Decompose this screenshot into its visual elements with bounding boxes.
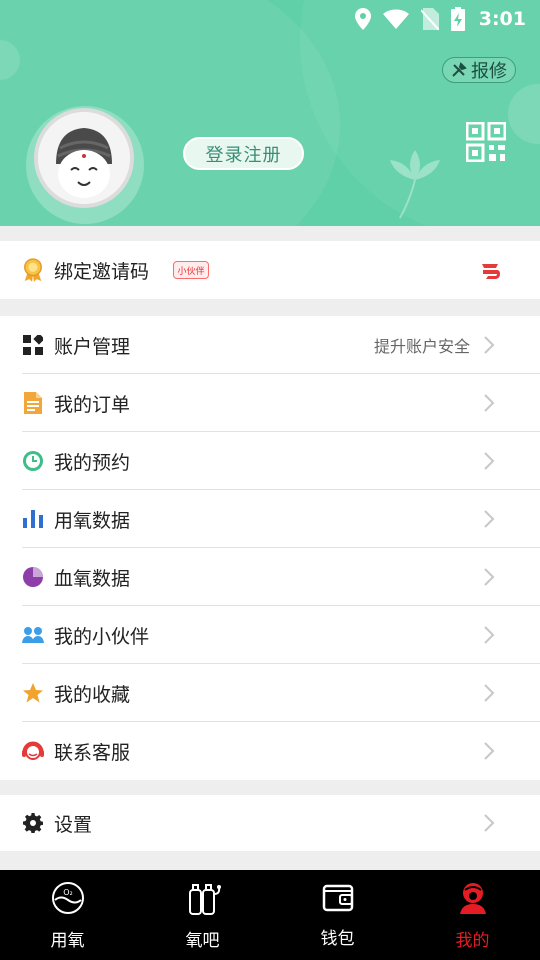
menu-item-appointments[interactable]: 我的预约 [0, 432, 540, 490]
partners-icon [22, 624, 44, 646]
chevron-right-icon [484, 742, 495, 760]
star-icon [22, 682, 44, 704]
chevron-right-icon [484, 394, 495, 412]
tab-label: 我的 [455, 931, 490, 951]
qr-code-icon[interactable] [466, 122, 506, 162]
profile-icon [459, 883, 486, 914]
profile-header: 3:01 报修 登录注册 [0, 0, 540, 226]
status-time: 3:01 [478, 8, 526, 30]
lotus-decoration-icon [390, 150, 440, 219]
partner-badge: 小伙伴 [173, 261, 209, 279]
menu-item-oxygen-data[interactable]: 用氧数据 [0, 490, 540, 548]
menu-item-label: 我的收藏 [54, 683, 131, 706]
tab-label: 钱包 [320, 929, 355, 949]
invite-code-label: 绑定邀请码 [54, 260, 150, 283]
menu-item-account[interactable]: 账户管理 提升账户安全 [0, 316, 540, 374]
bottom-nav: O₂ 用氧 氧吧 钱包 我的 [0, 870, 540, 960]
pie-chart-icon [22, 566, 44, 588]
no-sim-icon [420, 8, 439, 30]
login-register-button[interactable]: 登录注册 [183, 137, 304, 170]
invite-code-row[interactable]: 绑定邀请码 小伙伴 [0, 241, 540, 299]
avatar[interactable] [34, 108, 134, 208]
tab-oxygen-bar[interactable]: 氧吧 [135, 870, 270, 960]
battery-charging-icon [450, 7, 465, 31]
menu-item-label: 联系客服 [54, 741, 131, 764]
menu-item-partners[interactable]: 我的小伙伴 [0, 606, 540, 664]
chevron-right-icon [484, 626, 495, 644]
repair-label: 报修 [471, 61, 507, 82]
bar-chart-icon [22, 508, 44, 530]
invite-red-icon [480, 260, 502, 286]
document-icon [22, 392, 44, 414]
chevron-right-icon [484, 452, 495, 470]
oxygen-bar-icon [188, 884, 221, 915]
tab-label: 氧吧 [185, 931, 220, 951]
menu-item-orders[interactable]: 我的订单 [0, 374, 540, 432]
settings-label: 设置 [54, 813, 93, 836]
tab-oxygen[interactable]: O₂ 用氧 [0, 870, 135, 960]
menu-item-label: 血氧数据 [54, 567, 131, 590]
monk-avatar-icon [38, 112, 130, 204]
menu-item-label: 我的预约 [54, 451, 131, 474]
chevron-right-icon [484, 814, 495, 832]
tab-wallet[interactable]: 钱包 [270, 870, 405, 960]
invite-medal-icon [22, 258, 44, 282]
settings-section: 设置 [0, 795, 540, 851]
menu-item-label: 我的订单 [54, 393, 131, 416]
oxygen-icon: O₂ [51, 882, 84, 914]
menu-item-customer-service[interactable]: 联系客服 [0, 722, 540, 780]
status-bar: 3:01 [354, 6, 526, 32]
repair-button[interactable]: 报修 [442, 57, 516, 83]
tab-mine[interactable]: 我的 [405, 870, 540, 960]
svg-text:O₂: O₂ [63, 888, 73, 897]
menu-item-settings[interactable]: 设置 [0, 795, 540, 851]
chevron-right-icon [484, 684, 495, 702]
wifi-icon [382, 9, 409, 29]
tools-icon [452, 62, 467, 77]
chevron-right-icon [484, 510, 495, 528]
menu-item-favorites[interactable]: 我的收藏 [0, 664, 540, 722]
menu-item-label: 用氧数据 [54, 509, 131, 532]
menu-item-blood-oxygen[interactable]: 血氧数据 [0, 548, 540, 606]
location-icon [354, 8, 371, 30]
grid-icon [22, 334, 44, 356]
menu-section: 账户管理 提升账户安全 我的订单 我的预约 用氧数据 血氧数据 我的小伙伴 我的… [0, 316, 540, 780]
headset-icon [22, 740, 44, 762]
menu-item-label: 我的小伙伴 [54, 625, 150, 648]
chevron-right-icon [484, 336, 495, 354]
menu-item-label: 账户管理 [54, 335, 131, 358]
tab-label: 用氧 [50, 931, 85, 951]
gear-icon [22, 812, 44, 834]
menu-item-sub: 提升账户安全 [373, 337, 470, 356]
chevron-right-icon [484, 568, 495, 586]
clock-icon [22, 450, 44, 472]
wallet-icon [322, 884, 353, 912]
invite-section: 绑定邀请码 小伙伴 [0, 241, 540, 299]
